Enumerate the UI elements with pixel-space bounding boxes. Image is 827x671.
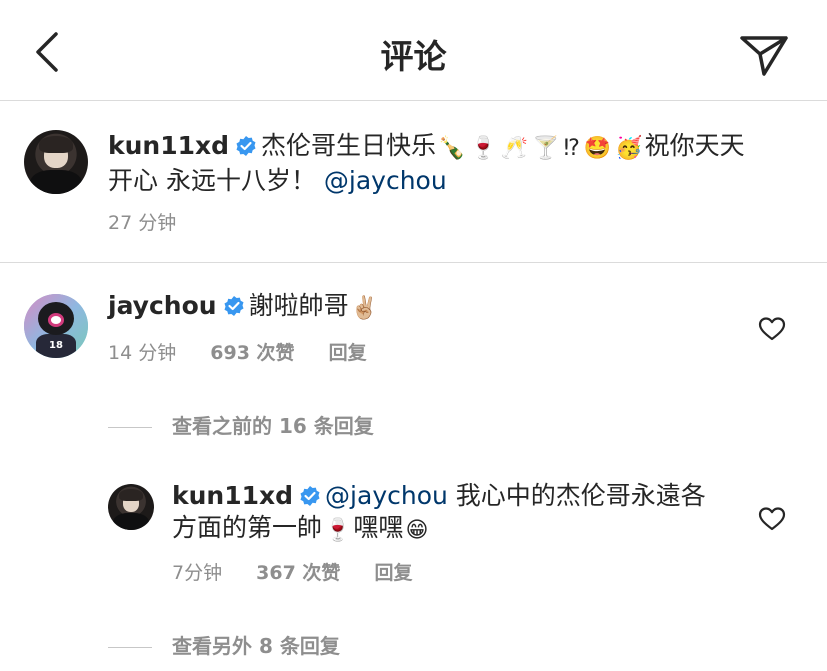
comment-text: jaychou 謝啦帥哥✌🏼	[108, 290, 728, 325]
reply-body-c: 嘿嘿	[353, 513, 404, 542]
timestamp: 14 分钟	[108, 342, 177, 364]
verified-badge-icon	[236, 136, 256, 156]
caption-text-a: 杰伦哥生日快乐	[261, 131, 437, 160]
username[interactable]: kun11xd	[172, 481, 293, 510]
reply-meta: 7分钟 367 次赞 回复	[172, 558, 440, 585]
username[interactable]: jaychou	[108, 291, 217, 320]
page-title: 评论	[380, 37, 447, 76]
caption-text-b: 祝你天天	[644, 131, 745, 160]
caption-text-c: 开心 永远十八岁！	[108, 166, 316, 195]
emoji-victory: ✌🏼	[350, 296, 378, 321]
view-more-label: 查看另外 8 条回复	[172, 634, 340, 658]
divider	[108, 647, 152, 648]
avatar[interactable]	[24, 130, 88, 194]
verified-badge-icon	[300, 486, 320, 506]
view-previous-replies[interactable]: 查看之前的 16 条回复	[108, 410, 374, 439]
emoji-grin: 😁	[405, 518, 429, 543]
emoji-wine: 🍷	[324, 518, 352, 543]
emoji-party: 🥳	[615, 136, 643, 161]
view-more-replies[interactable]: 查看另外 8 条回复	[108, 630, 340, 659]
emoji-unknown: ⁉	[563, 136, 580, 161]
mention-link[interactable]: @jaychou	[324, 166, 447, 195]
comment-meta: 14 分钟 693 次赞 回复	[108, 338, 395, 365]
mention-link[interactable]: @jaychou	[325, 481, 448, 510]
verified-badge-icon	[224, 296, 244, 316]
reply-text: kun11xd @jaychou 我心中的杰伦哥永遠各方面的第一帥🍷嘿嘿😁	[172, 480, 732, 547]
reply-button[interactable]: 回复	[329, 342, 367, 364]
comment-body: 謝啦帥哥	[248, 291, 349, 320]
emoji-wine: 🍷	[469, 136, 497, 161]
caption-meta: 27 分钟	[108, 208, 204, 235]
emoji-clink: 🥂	[500, 136, 529, 161]
reply-body-b: 方面的第一帥	[172, 513, 323, 542]
like-count[interactable]: 367 次赞	[256, 562, 340, 584]
emoji-cocktail: 🍸	[532, 136, 560, 161]
emoji-star-struck: 🤩	[583, 136, 612, 161]
timestamp: 7分钟	[172, 562, 223, 584]
heart-icon[interactable]	[758, 316, 786, 342]
timestamp: 27 分钟	[108, 212, 177, 234]
caption-text: kun11xd 杰伦哥生日快乐🍾 🍷 🥂 🍸 ⁉ 🤩 🥳祝你天天开心 永远十八岁！ @jayc…	[108, 130, 808, 197]
post-caption: kun11xd 杰伦哥生日快乐🍾 🍷 🥂 🍸 ⁉ 🤩 🥳祝你天天开心 永远十八岁！ @jayc…	[0, 100, 827, 263]
reply-body-a: 我心中的杰伦哥永遠各	[455, 481, 706, 510]
header-bar: 评论	[0, 0, 827, 101]
emoji-champagne: 🍾	[438, 136, 466, 161]
heart-icon[interactable]	[758, 506, 786, 532]
username[interactable]: kun11xd	[108, 131, 229, 160]
view-previous-label: 查看之前的 16 条回复	[172, 414, 374, 438]
send-icon[interactable]	[736, 30, 792, 78]
avatar[interactable]	[108, 484, 154, 530]
like-count[interactable]: 693 次赞	[210, 342, 294, 364]
divider	[108, 427, 152, 428]
reply-button[interactable]: 回复	[374, 562, 412, 584]
avatar[interactable]: 18	[24, 294, 88, 358]
